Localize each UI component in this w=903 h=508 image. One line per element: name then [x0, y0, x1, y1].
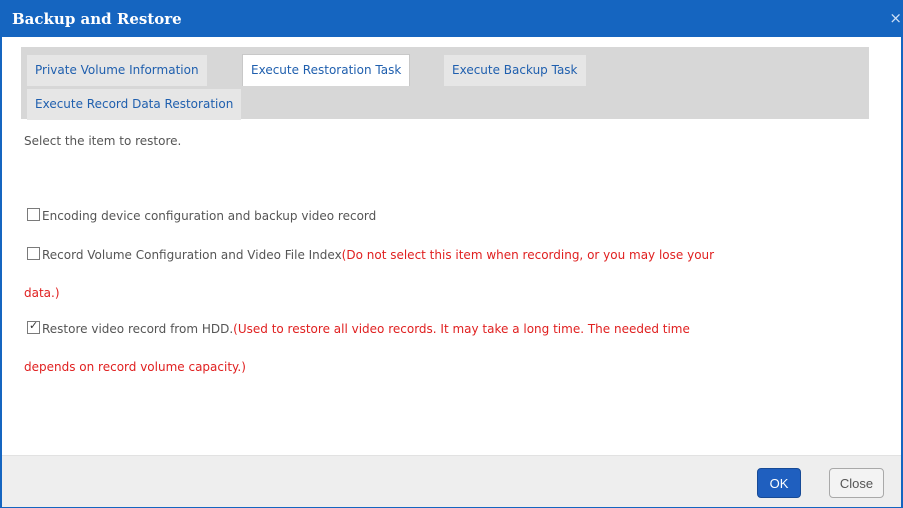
restore-option-encoding-device[interactable]: Encoding device configuration and backup… [27, 208, 376, 223]
backup-restore-dialog: Backup and Restore × Private Volume Info… [0, 0, 903, 508]
option-label: Record Volume Configuration and Video Fi… [42, 248, 342, 262]
tab-execute-record-data-restoration[interactable]: Execute Record Data Restoration [27, 89, 242, 120]
restore-option-video-from-hdd[interactable]: ✓ Restore video record from HDD.(Used to … [27, 319, 690, 336]
option-label: Restore video record from HDD. [42, 322, 234, 336]
tab-bar: Private Volume Information Execute Resto… [21, 47, 869, 120]
restore-option-record-volume[interactable]: Record Volume Configuration and Video Fi… [27, 247, 714, 262]
dialog-footer: OK Close [2, 455, 901, 507]
checkbox-record-volume[interactable] [27, 247, 40, 260]
tab-execute-restoration-task[interactable]: Execute Restoration Task [242, 54, 411, 86]
checkbox-video-from-hdd[interactable]: ✓ [27, 319, 40, 334]
ok-button[interactable]: OK [757, 468, 801, 498]
checkbox-encoding-device[interactable] [27, 208, 40, 221]
option-warning: (Do not select this item when recording,… [341, 248, 715, 262]
option-warning-continued: data.) [24, 286, 60, 300]
close-icon[interactable]: × [889, 9, 902, 27]
instruction-text: Select the item to restore. [24, 134, 182, 148]
dialog-titlebar[interactable]: Backup and Restore × [2, 2, 902, 37]
option-label: Encoding device configuration and backup… [42, 209, 377, 223]
option-warning: (Used to restore all video records. It m… [233, 322, 690, 336]
close-button[interactable]: Close [829, 468, 884, 498]
tab-private-volume-information[interactable]: Private Volume Information [27, 55, 207, 86]
tab-execute-backup-task[interactable]: Execute Backup Task [444, 55, 586, 86]
dialog-title: Backup and Restore [12, 10, 182, 28]
option-warning-continued: depends on record volume capacity.) [24, 360, 246, 374]
checkmark-icon: ✓ [29, 319, 39, 332]
